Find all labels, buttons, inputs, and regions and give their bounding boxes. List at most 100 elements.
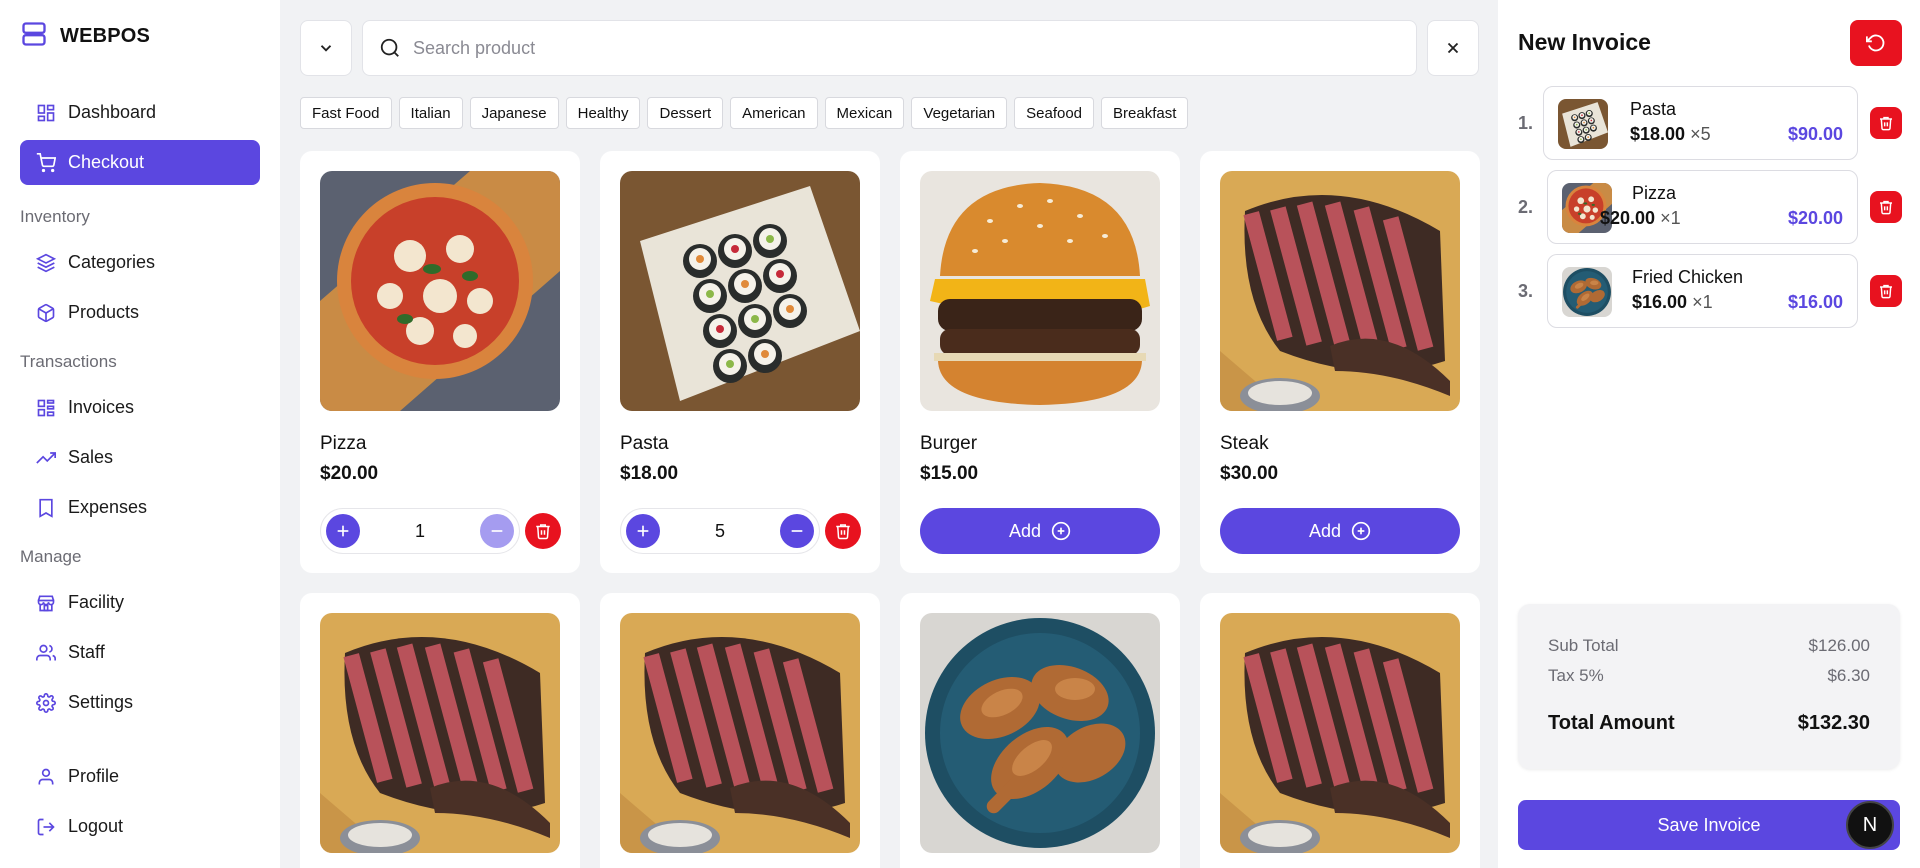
product-image[interactable] [620,171,860,411]
remove-line-button[interactable] [1870,107,1902,139]
sidebar-item-label: Dashboard [68,102,157,122]
tax-value: $6.30 [1827,666,1870,685]
add-to-invoice-button[interactable]: Add [1220,508,1460,554]
product-card [1200,593,1480,868]
search-input[interactable] [413,37,1393,59]
product-image[interactable] [320,613,560,853]
assistant-badge[interactable]: N [1846,801,1894,849]
line-number: 2. [1518,197,1534,217]
gear-icon [36,692,56,713]
cart-icon [36,152,56,172]
line-item-price-qty: $16.00 ×1 [1632,292,1713,312]
sidebar-item-label: Staff [68,642,105,662]
tax-label: Tax 5% [1548,666,1604,685]
sidebar-item-invoices[interactable]: Invoices [20,385,260,430]
decrement-button[interactable] [779,514,814,548]
sidebar-item-categories[interactable]: Categories [20,240,260,285]
sidebar-item-profile[interactable]: Profile [20,754,260,799]
product-image[interactable] [320,171,560,411]
product-card [300,593,580,868]
category-chip[interactable]: Seafood [1014,97,1095,129]
category-chip[interactable]: Italian [398,97,463,129]
line-item-name: Pizza [1632,183,1677,203]
plus-circle-icon [1051,521,1071,541]
sidebar-item-settings[interactable]: Settings [20,680,260,725]
chevron-down-icon [320,45,332,52]
box-icon [37,303,55,322]
sidebar-item-facility[interactable]: Facility [20,580,260,625]
increment-button[interactable] [326,514,360,548]
clear-search-button[interactable] [1427,20,1479,76]
trash-icon [836,524,850,540]
sidebar-item-expenses[interactable]: Expenses [20,485,260,530]
total-row: Total Amount $132.30 [1548,712,1870,735]
brand[interactable]: WEBPOS [20,20,150,53]
minus-icon [491,530,503,532]
line-item-price-qty: $20.00 ×1 [1600,208,1681,228]
invoice-line[interactable]: Pizza $20.00 ×1 $20.00 [1547,170,1858,244]
category-dropdown-button[interactable] [300,20,352,76]
sidebar: WEBPOS Dashboard Checkout Inventory Cate… [0,0,280,868]
invoice-title: New Invoice [1518,29,1651,55]
category-chip[interactable]: Healthy [565,97,641,129]
add-button-label: Add [1008,520,1042,541]
category-chip[interactable]: American [730,97,818,129]
save-invoice-button[interactable]: Save Invoice [1518,800,1900,850]
section-manage: Manage [20,547,82,566]
trash-icon [536,524,550,540]
invoice-panel: New Invoice 1. Pasta $18.00 ×5 $90.00 2.… [1498,0,1920,868]
product-price: $15.00 [920,463,979,484]
subtotal-row: Sub Total $126.00 [1548,636,1870,656]
product-card-pizza: Pizza $20.00 1 [300,151,580,573]
line-number: 1. [1518,113,1534,133]
category-chip[interactable]: Japanese [469,97,559,129]
add-to-invoice-button[interactable]: Add [920,508,1160,554]
server-icon [20,20,48,53]
line-thumbnail [1562,267,1612,317]
product-price: $30.00 [1220,463,1279,484]
sidebar-item-logout[interactable]: Logout [20,804,260,849]
product-image[interactable] [620,613,860,853]
remove-line-button[interactable] [1870,275,1902,307]
quantity-stepper: 1 [320,508,520,554]
sidebar-item-dashboard[interactable]: Dashboard [20,90,260,135]
product-image[interactable] [920,171,1160,411]
plus-icon [337,525,349,537]
product-name: Pizza [320,433,367,454]
users-icon [36,644,56,660]
invoice-line[interactable]: Pasta $18.00 ×5 $90.00 [1543,86,1858,160]
line-item-total: $16.00 [1787,292,1843,312]
invoice-line[interactable]: Fried Chicken $16.00 ×1 $16.00 [1547,254,1858,328]
product-card [900,593,1180,868]
reset-invoice-button[interactable] [1850,20,1902,66]
product-image[interactable] [920,613,1160,853]
decrement-button[interactable] [479,514,514,548]
product-image[interactable] [1220,171,1460,411]
search-bar [362,20,1417,76]
sidebar-item-label: Categories [68,252,156,272]
sidebar-item-sales[interactable]: Sales [20,435,260,480]
remove-product-button[interactable] [525,513,561,549]
category-chip[interactable]: Fast Food [300,97,392,129]
tax-row: Tax 5% $6.30 [1548,666,1870,686]
sidebar-item-checkout[interactable]: Checkout [20,140,260,185]
category-chip[interactable]: Mexican [824,97,905,129]
refresh-icon [1866,34,1885,52]
product-image[interactable] [1220,613,1460,853]
category-chip[interactable]: Vegetarian [911,97,1008,129]
remove-line-button[interactable] [1870,191,1902,223]
sidebar-item-staff[interactable]: Staff [20,630,260,675]
product-card-burger: Burger $15.00 Add [900,151,1180,573]
product-card [600,593,880,868]
user-icon [38,768,54,784]
remove-product-button[interactable] [825,513,861,549]
category-filters: Fast Food Italian Japanese Healthy Desse… [300,97,1189,129]
search-icon [380,38,399,57]
section-inventory: Inventory [20,207,90,226]
line-number: 3. [1518,281,1534,301]
category-chip[interactable]: Breakfast [1101,97,1189,129]
product-card-steak: Steak $30.00 Add [1200,151,1480,573]
sidebar-item-products[interactable]: Products [20,290,260,335]
increment-button[interactable] [626,514,660,548]
category-chip[interactable]: Dessert [647,97,724,129]
